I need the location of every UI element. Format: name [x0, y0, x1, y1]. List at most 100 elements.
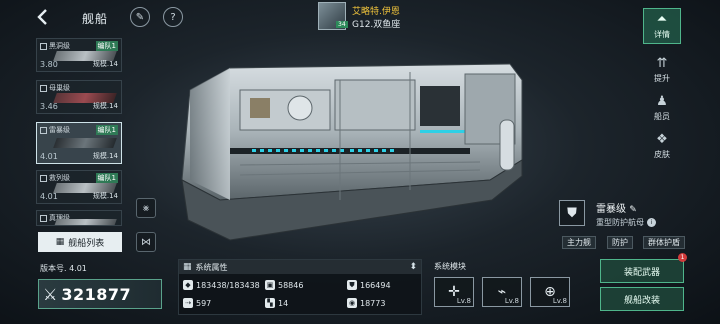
tab-crew[interactable]: ♟ 船员: [643, 90, 681, 126]
ship-card[interactable]: 黑洞级 编队1 3.80 规模.14: [36, 38, 122, 72]
ship-tag: 防护: [607, 236, 633, 249]
tab-label: 详情: [654, 30, 670, 39]
info-icon[interactable]: i: [647, 218, 656, 227]
ship-name-text: 雷暴级: [596, 204, 626, 215]
crew-icon: ♟: [656, 94, 668, 109]
tab-label: 提升: [654, 74, 670, 83]
ship-card-name: 雷暴级: [49, 126, 70, 134]
chevron-left-icon: [37, 9, 47, 25]
ship-tag: 群体护盾: [643, 236, 685, 249]
ship-card-selected[interactable]: 雷暴级 编队1 4.01 规模.14: [36, 122, 122, 164]
speed-icon: ⇢: [183, 298, 193, 308]
modules-title: 系统模块: [434, 262, 466, 271]
ship-card-version: 4.01: [40, 192, 58, 201]
module-slot[interactable]: ⌁ Lv.8: [482, 277, 522, 307]
module-level: Lv.8: [552, 297, 567, 305]
fleet-formation-button[interactable]: ⨳: [136, 198, 156, 218]
attr-value: 597: [196, 298, 212, 308]
filter-button[interactable]: ⋈: [136, 232, 156, 252]
ship-type-text: 重型防护航母: [596, 218, 644, 227]
power-panel: ⚔ 321877: [38, 279, 162, 309]
fleet-badge: 编队1: [95, 41, 118, 51]
attr-armor: ▣ 58846: [265, 280, 303, 290]
tab-label: 船员: [654, 112, 670, 121]
crossed-swords-icon: ⚔: [43, 284, 58, 304]
ship-model: [181, 63, 523, 241]
version-label: 版本号. 4.01: [40, 264, 87, 273]
ship-card-scale: 规模.14: [92, 102, 118, 110]
ship-tag: 主力舰: [562, 236, 596, 249]
module-level: Lv.8: [504, 297, 519, 305]
ship-card-scale: 规模.14: [92, 60, 118, 68]
page-title: 舰船: [82, 12, 109, 26]
ship-class-icon: [40, 174, 47, 182]
skin-icon: ❖: [656, 132, 668, 147]
ship-class-icon: [40, 42, 47, 50]
attributes-title: 系统属性: [195, 262, 228, 272]
ship-type: 重型防护航母 i: [596, 217, 656, 228]
attr-cargo: ◉ 18773: [347, 298, 385, 308]
expand-icon[interactable]: ⬍: [409, 262, 417, 272]
ship-class-icon: [40, 214, 47, 222]
question-icon: ?: [170, 11, 176, 23]
shield-icon: ⛊: [567, 205, 577, 221]
ship-class-icon: [40, 126, 47, 134]
attr-value: 14: [278, 298, 289, 308]
attributes-header: ▦ 系统属性 ⬍: [179, 260, 421, 274]
back-button[interactable]: [34, 8, 52, 26]
ship-card[interactable]: 救列级 编队1 4.01 规模.14: [36, 170, 122, 204]
fleet-list-label: 舰船列表: [68, 238, 105, 249]
tab-skin[interactable]: ❖ 皮肤: [643, 128, 681, 164]
fleet-badge: 编队1: [95, 173, 118, 183]
attr-hp: ◆ 183438/183438: [183, 280, 260, 290]
ship-card[interactable]: 母巢级 3.46 规模.14: [36, 80, 122, 114]
attr-value: 166494: [360, 280, 391, 290]
system-attributes-panel: ▦ 系统属性 ⬍ ◆ 183438/183438 ▣ 58846 ⛊ 166494 ⇢…: [178, 259, 422, 315]
pencil-icon: ✎: [135, 11, 145, 23]
equip-weapons-button[interactable]: 装配武器: [600, 259, 684, 283]
attr-value: 183438/183438: [196, 280, 260, 290]
attr-value: 58846: [278, 280, 304, 290]
commander-name: 艾略特.伊恩: [352, 7, 400, 17]
tab-details[interactable]: ⏶ 详情: [643, 8, 681, 44]
ship-thumbnail: [53, 219, 117, 225]
ship-refit-button[interactable]: 舰船改装: [600, 287, 684, 311]
rename-pencil-icon[interactable]: ✎: [629, 205, 637, 215]
ship-card-scale: 规模.14: [92, 192, 118, 200]
module-level: Lv.8: [456, 297, 471, 305]
crossed-arrows-icon: ⨳: [142, 202, 150, 214]
ship-card-version: 3.80: [40, 60, 58, 69]
notice-badge: 1: [678, 253, 687, 262]
help-button[interactable]: ?: [163, 7, 183, 27]
rename-button[interactable]: ✎: [130, 7, 150, 27]
ship-name: 雷暴级 ✎: [596, 200, 637, 215]
power-value: 321877: [61, 284, 132, 304]
shield-icon: ⛊: [347, 280, 357, 290]
ship-card[interactable]: 真理级: [36, 210, 122, 226]
hull-icon: ◆: [183, 280, 193, 290]
ship-card-name: 黑洞级: [49, 42, 70, 50]
attr-value: 18773: [360, 298, 386, 308]
wing-icon: ⋈: [141, 236, 151, 248]
module-slot[interactable]: ✛ Lv.8: [434, 277, 474, 307]
commander-sector: G12.双鱼座: [352, 20, 401, 30]
checker-icon: ▚: [265, 298, 275, 308]
tab-label: 皮肤: [654, 150, 670, 159]
attr-shield: ⛊ 166494: [347, 280, 391, 290]
cargo-icon: ◉: [347, 298, 357, 308]
system-modules-panel: 系统模块 ✛ Lv.8 ⌁ Lv.8 ⊕ Lv.8: [430, 259, 576, 315]
fleet-badge: 编队1: [95, 125, 118, 135]
ship-thumbnail: [53, 138, 117, 148]
fleet-list-button[interactable]: ▦ 舰船列表: [38, 232, 122, 252]
tab-upgrade[interactable]: ⇈ 提升: [643, 52, 681, 88]
ship-card-version: 4.01: [40, 152, 58, 161]
ship-class-badge: ⛊: [559, 200, 585, 226]
module-slot[interactable]: ⊕ Lv.8: [530, 277, 570, 307]
grid-icon: ▦: [55, 237, 65, 247]
ship-class-icon: [40, 84, 47, 92]
upgrade-arrows-icon: ⇈: [656, 56, 668, 71]
attr-speed: ⇢ 597: [183, 298, 211, 308]
ship-card-scale: 规模.14: [92, 152, 118, 160]
fleet-emblem-icon: ⏶: [656, 12, 668, 27]
attr-capacity: ▚ 14: [265, 298, 288, 308]
